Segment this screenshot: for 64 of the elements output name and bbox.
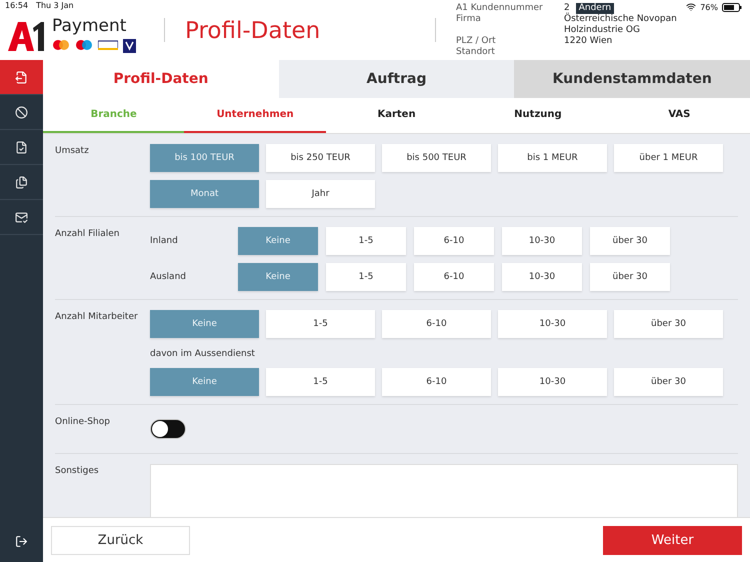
checklist-icon bbox=[15, 140, 28, 154]
next-button[interactable]: Weiter bbox=[603, 526, 742, 554]
section-label: Sonstiges bbox=[55, 465, 100, 478]
option-button[interactable]: über 30 bbox=[590, 227, 670, 255]
option-button[interactable]: 1-5 bbox=[266, 310, 375, 338]
row-label: Ausland bbox=[150, 272, 187, 282]
option-button[interactable]: 1-5 bbox=[326, 263, 406, 291]
sidebar-item[interactable] bbox=[0, 60, 43, 95]
card-logo-icon bbox=[123, 38, 136, 52]
tab[interactable]: Profil-Daten bbox=[43, 60, 279, 98]
option-button[interactable]: 10-30 bbox=[498, 368, 607, 396]
subtab[interactable]: VAS bbox=[608, 98, 750, 133]
battery-icon bbox=[722, 2, 742, 12]
card-logo-icon bbox=[52, 38, 70, 50]
subtab[interactable]: Nutzung bbox=[467, 98, 609, 133]
mail-icon bbox=[15, 210, 28, 224]
card-logo-icon bbox=[75, 38, 93, 50]
brand-name: Payment bbox=[52, 16, 128, 36]
logout-icon[interactable] bbox=[15, 534, 28, 548]
status-time: 16:54 bbox=[5, 1, 28, 10]
group-label: davon im Aussendienst bbox=[150, 349, 256, 359]
page-title: Profil-Daten bbox=[185, 18, 322, 44]
option-button[interactable]: 10-30 bbox=[498, 310, 607, 338]
option-button[interactable]: 6-10 bbox=[382, 310, 491, 338]
info-label: A1 Kundennummer bbox=[456, 3, 544, 14]
card-logo-icon bbox=[98, 38, 118, 50]
info-value: Österreichische Novopan Holzindustrie OG bbox=[564, 14, 678, 36]
slash-circle-icon bbox=[15, 106, 28, 118]
info-value: 2 bbox=[564, 3, 570, 13]
option-button[interactable]: 10-30 bbox=[502, 227, 582, 255]
option-button[interactable]: 6-10 bbox=[382, 368, 491, 396]
info-label: Firma bbox=[456, 14, 482, 26]
option-button[interactable]: 6-10 bbox=[414, 227, 494, 255]
option-button[interactable]: 1-5 bbox=[326, 227, 406, 255]
section-label: Anzahl Filialen bbox=[55, 228, 120, 241]
option-button[interactable]: über 30 bbox=[614, 310, 723, 338]
status-date: Thu 3 Jan bbox=[36, 1, 74, 10]
option-button[interactable]: über 1 MEUR bbox=[614, 144, 723, 172]
battery-percent: 76% bbox=[700, 2, 718, 12]
tab[interactable]: Auftrag bbox=[278, 60, 514, 98]
change-button[interactable]: Ändern bbox=[576, 3, 614, 14]
option-button[interactable]: über 30 bbox=[614, 368, 723, 396]
info-label: Standort bbox=[456, 47, 496, 58]
back-button[interactable]: Zurück bbox=[51, 526, 190, 554]
row-label: Inland bbox=[150, 236, 179, 246]
option-button[interactable]: 6-10 bbox=[414, 263, 494, 291]
section-label: Online-Shop bbox=[55, 416, 111, 429]
section-label: Umsatz bbox=[55, 145, 90, 158]
section-label: Anzahl Mitarbeiter bbox=[55, 311, 139, 324]
documents-icon bbox=[15, 176, 28, 188]
toggle-switch[interactable] bbox=[150, 419, 186, 439]
option-button[interactable]: 10-30 bbox=[502, 263, 582, 291]
subtab[interactable]: Unternehmen bbox=[184, 98, 326, 133]
option-button[interactable]: bis 1 MEUR bbox=[498, 144, 607, 172]
option-button[interactable]: Jahr bbox=[266, 180, 375, 208]
option-button[interactable]: über 30 bbox=[590, 263, 670, 291]
info-label: PLZ / Ort bbox=[456, 36, 497, 47]
option-button[interactable]: bis 250 TEUR bbox=[266, 144, 375, 172]
wifi-icon bbox=[686, 2, 696, 12]
subtab[interactable]: Karten bbox=[326, 98, 468, 133]
info-value: 1220 Wien bbox=[564, 36, 612, 47]
document-icon bbox=[15, 70, 28, 84]
option-button[interactable]: 1-5 bbox=[266, 368, 375, 396]
option-button[interactable]: bis 500 TEUR bbox=[382, 144, 491, 172]
